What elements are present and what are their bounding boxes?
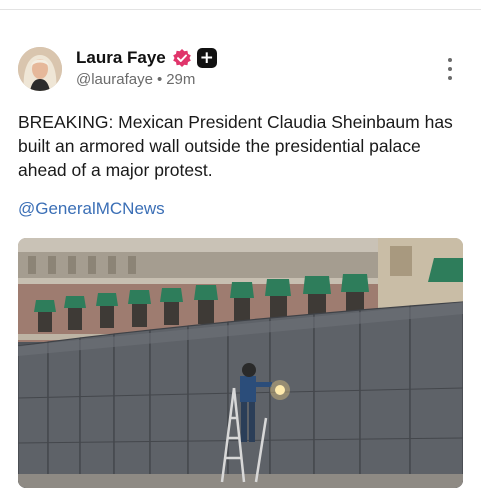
armored-wall-photo (18, 238, 463, 488)
verified-check-icon (172, 48, 192, 68)
post-mention-link[interactable]: @GeneralMCNews (18, 199, 165, 219)
author-meta-row: @laurafaye • 29m (76, 71, 195, 88)
meta-separator: • (156, 71, 163, 88)
author-display-name[interactable]: Laura Faye (76, 48, 166, 68)
author-handle[interactable]: @laurafaye (76, 71, 153, 88)
author-name-row: Laura Faye + (76, 47, 217, 69)
plus-badge-icon: + (196, 48, 217, 68)
more-vertical-icon[interactable] (444, 58, 456, 80)
post-media-image[interactable] (18, 238, 463, 488)
post-time[interactable]: 29m (166, 71, 195, 88)
top-divider (0, 9, 481, 10)
post-body-text: BREAKING: Mexican President Claudia Shei… (18, 112, 453, 180)
avatar-image (18, 47, 62, 91)
avatar[interactable] (18, 47, 62, 91)
